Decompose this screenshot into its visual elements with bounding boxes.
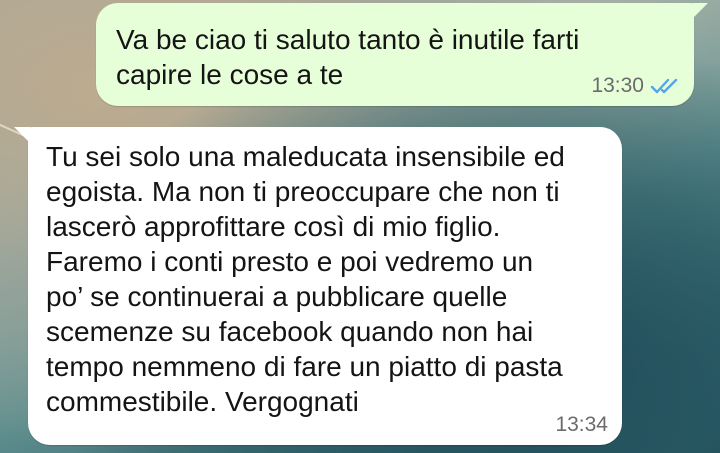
message-meta: 13:34 [555,413,608,437]
outgoing-message-bubble[interactable]: Va be ciao ti saluto tanto è inutile far… [96,3,708,106]
incoming-message-bubble[interactable]: Tu sei solo una maleducata insensibile e… [14,127,622,445]
message-timestamp: 13:30 [591,74,644,97]
bubble-tail [692,3,708,19]
message-text: Tu sei solo una maleducata insensibile e… [46,141,565,417]
double-check-read-icon [650,77,680,95]
bubble-tail [14,127,30,143]
message-timestamp: 13:34 [555,413,608,436]
message-meta: 13:30 [591,74,680,98]
